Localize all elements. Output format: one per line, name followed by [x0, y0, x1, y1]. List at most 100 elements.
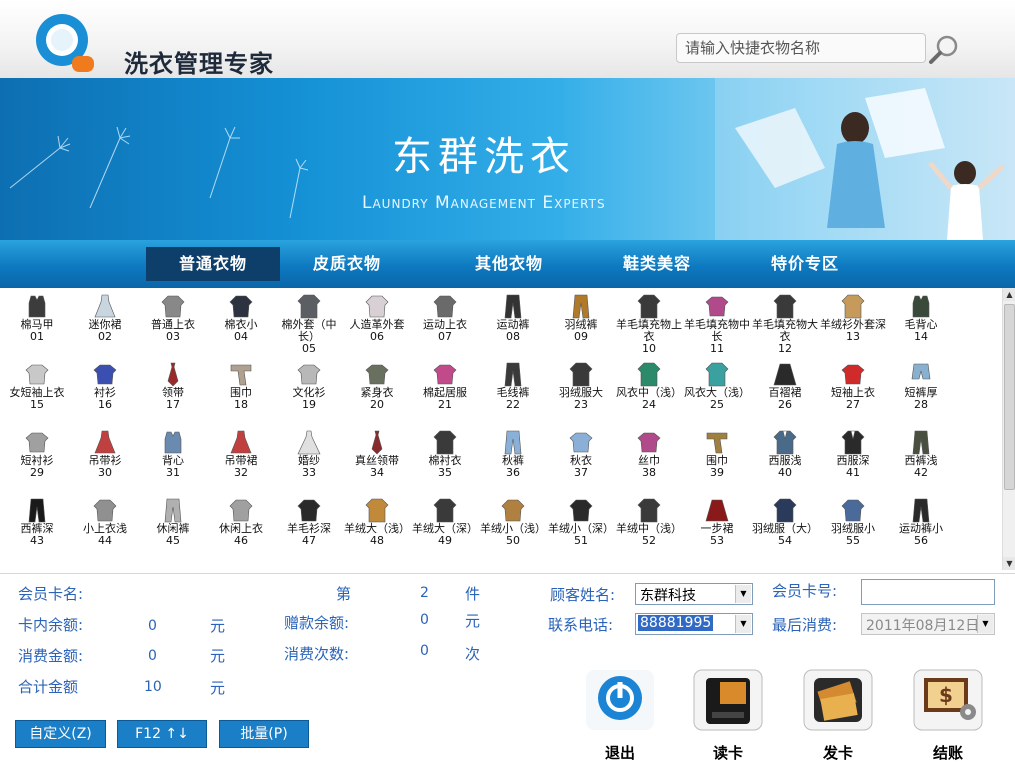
garment-item[interactable]: 休闲上衣 46 [206, 494, 276, 558]
garment-item[interactable]: 毛线裤 22 [478, 358, 548, 422]
garment-item[interactable]: 羊绒小（浅） 50 [478, 494, 548, 558]
garment-item[interactable]: 女短袖上衣 15 [2, 358, 72, 422]
garment-item[interactable]: 运动裤小 56 [886, 494, 956, 558]
garment-item[interactable]: 西裤深 43 [2, 494, 72, 558]
garment-item[interactable]: 棉衣小 04 [206, 290, 276, 354]
garment-item[interactable]: 羽绒裤 09 [546, 290, 616, 354]
garment-item[interactable]: 运动裤 08 [478, 290, 548, 354]
exit-button[interactable]: 退出 [582, 668, 658, 762]
jacket-icon [841, 499, 865, 522]
chevron-down-icon[interactable]: ▼ [735, 615, 751, 633]
checkout-button[interactable]: $ 结账 [910, 668, 986, 762]
scroll-up-icon[interactable]: ▲ [1003, 288, 1015, 301]
garment-item[interactable]: 西裤浅 42 [886, 426, 956, 490]
garment-item[interactable]: 短袖上衣 27 [818, 358, 888, 422]
garment-item[interactable]: 休闲裤 45 [138, 494, 208, 558]
custom-button[interactable]: 自定义(Z) [15, 720, 106, 748]
garment-item[interactable]: 羊绒大（浅） 48 [342, 494, 412, 558]
svg-text:$: $ [939, 683, 953, 707]
garment-item[interactable]: 羽绒服小 55 [818, 494, 888, 558]
search-input[interactable] [676, 33, 926, 63]
header-bar: 洗衣管理专家 [0, 0, 1015, 78]
read-card-button[interactable]: 读卡 [690, 668, 766, 762]
chevron-down-icon[interactable]: ▼ [977, 615, 993, 633]
garment-item[interactable]: 羊绒大（深） 49 [410, 494, 480, 558]
issue-card-button[interactable]: 发卡 [800, 668, 876, 762]
garment-item[interactable]: 围巾 18 [206, 358, 276, 422]
garment-item[interactable]: 秋裤 36 [478, 426, 548, 490]
jacket-icon [229, 499, 253, 522]
garment-item[interactable]: 背心 31 [138, 426, 208, 490]
garment-item[interactable]: 羊绒衫外套深 13 [818, 290, 888, 354]
garment-item[interactable]: 吊带衫 30 [70, 426, 140, 490]
garment-item[interactable]: 羽绒服大 23 [546, 358, 616, 422]
grid-scrollbar[interactable]: ▲ ▼ [1002, 288, 1015, 570]
member-no-field[interactable] [861, 579, 995, 605]
card-reader-icon [693, 669, 763, 731]
tab-regular[interactable]: 普通衣物 [146, 247, 280, 281]
garment-item[interactable]: 领带 17 [138, 358, 208, 422]
magnifier-icon[interactable] [928, 32, 962, 66]
shirt-icon [841, 364, 865, 385]
tab-specials[interactable]: 特价专区 [740, 247, 870, 281]
garment-item[interactable]: 西服深 41 [818, 426, 888, 490]
garment-item[interactable]: 棉起居服 21 [410, 358, 480, 422]
garment-item[interactable]: 西服浅 40 [750, 426, 820, 490]
garment-item[interactable]: 文化衫 19 [274, 358, 344, 422]
last-spend-date-picker[interactable]: 2011年08月12日 ▼ [861, 613, 995, 635]
garment-item[interactable]: 百褶裙 26 [750, 358, 820, 422]
garment-item[interactable]: 羽绒服（大） 54 [750, 494, 820, 558]
phone-select[interactable]: 88881995 ▼ [635, 613, 753, 635]
batch-button[interactable]: 批量(P) [219, 720, 309, 748]
garment-item[interactable]: 婚纱 33 [274, 426, 344, 490]
gift-balance-value: 0 [420, 612, 429, 628]
garment-item[interactable]: 羊绒中（浅） 52 [614, 494, 684, 558]
total-amount-label: 合计金额 [18, 678, 79, 696]
garment-item[interactable]: 迷你裙 02 [70, 290, 140, 354]
garment-item[interactable]: 羊毛填充物中长 11 [682, 290, 752, 355]
garment-item[interactable]: 小上衣浅 44 [70, 494, 140, 558]
scroll-thumb[interactable] [1004, 304, 1015, 490]
garment-item[interactable]: 短衬衫 29 [2, 426, 72, 490]
jacket-icon [501, 499, 525, 522]
tab-leather[interactable]: 皮质衣物 [282, 247, 412, 281]
power-icon [586, 670, 654, 730]
garment-code: 19 [302, 398, 316, 411]
garment-code: 24 [642, 398, 656, 411]
garment-item[interactable]: 毛背心 14 [886, 290, 956, 354]
garment-item[interactable]: 秋衣 37 [546, 426, 616, 490]
f12-button[interactable]: F12 ↑↓ [117, 720, 207, 748]
garment-item[interactable]: 羊毛填充物上衣 10 [614, 290, 684, 355]
tab-shoes[interactable]: 鞋类美容 [592, 247, 722, 281]
garment-item[interactable]: 吊带裙 32 [206, 426, 276, 490]
coat-icon [637, 294, 661, 319]
garment-item[interactable]: 紧身衣 20 [342, 358, 412, 422]
garment-item[interactable]: 羊绒小（深） 51 [546, 494, 616, 558]
garment-item[interactable]: 运动上衣 07 [410, 290, 480, 354]
pants-icon [912, 430, 930, 455]
tab-other[interactable]: 其他衣物 [444, 247, 574, 281]
banner: 东群洗衣 Laundry Management Experts [0, 78, 1015, 240]
customer-name-select[interactable]: 东群科技 ▼ [635, 583, 753, 605]
garment-item[interactable]: 棉衬衣 35 [410, 426, 480, 490]
garment-item[interactable]: 风衣大（浅） 25 [682, 358, 752, 422]
garment-item[interactable]: 衬衫 16 [70, 358, 140, 422]
chevron-down-icon[interactable]: ▼ [735, 585, 751, 603]
checkout-label: 结账 [932, 744, 963, 762]
garment-item[interactable]: 人造革外套 06 [342, 290, 412, 354]
garment-item[interactable]: 普通上衣 03 [138, 290, 208, 354]
scroll-down-icon[interactable]: ▼ [1003, 557, 1015, 570]
garment-item[interactable]: 短裤厚 28 [886, 358, 956, 422]
garment-item[interactable]: 羊毛衫深 47 [274, 494, 344, 558]
garment-item[interactable]: 棉马甲 01 [2, 290, 72, 354]
jacket-icon [365, 295, 389, 318]
garment-item[interactable]: 风衣中（浅） 24 [614, 358, 684, 422]
read-card-label: 读卡 [712, 744, 743, 762]
garment-item[interactable]: 一步裙 53 [682, 494, 752, 558]
garment-item[interactable]: 丝巾 38 [614, 426, 684, 490]
garment-item[interactable]: 羊毛填充物大衣 12 [750, 290, 820, 355]
garment-code: 04 [234, 330, 248, 343]
garment-item[interactable]: 真丝领带 34 [342, 426, 412, 490]
garment-item[interactable]: 围巾 39 [682, 426, 752, 490]
garment-item[interactable]: 棉外套（中长） 05 [274, 290, 344, 355]
